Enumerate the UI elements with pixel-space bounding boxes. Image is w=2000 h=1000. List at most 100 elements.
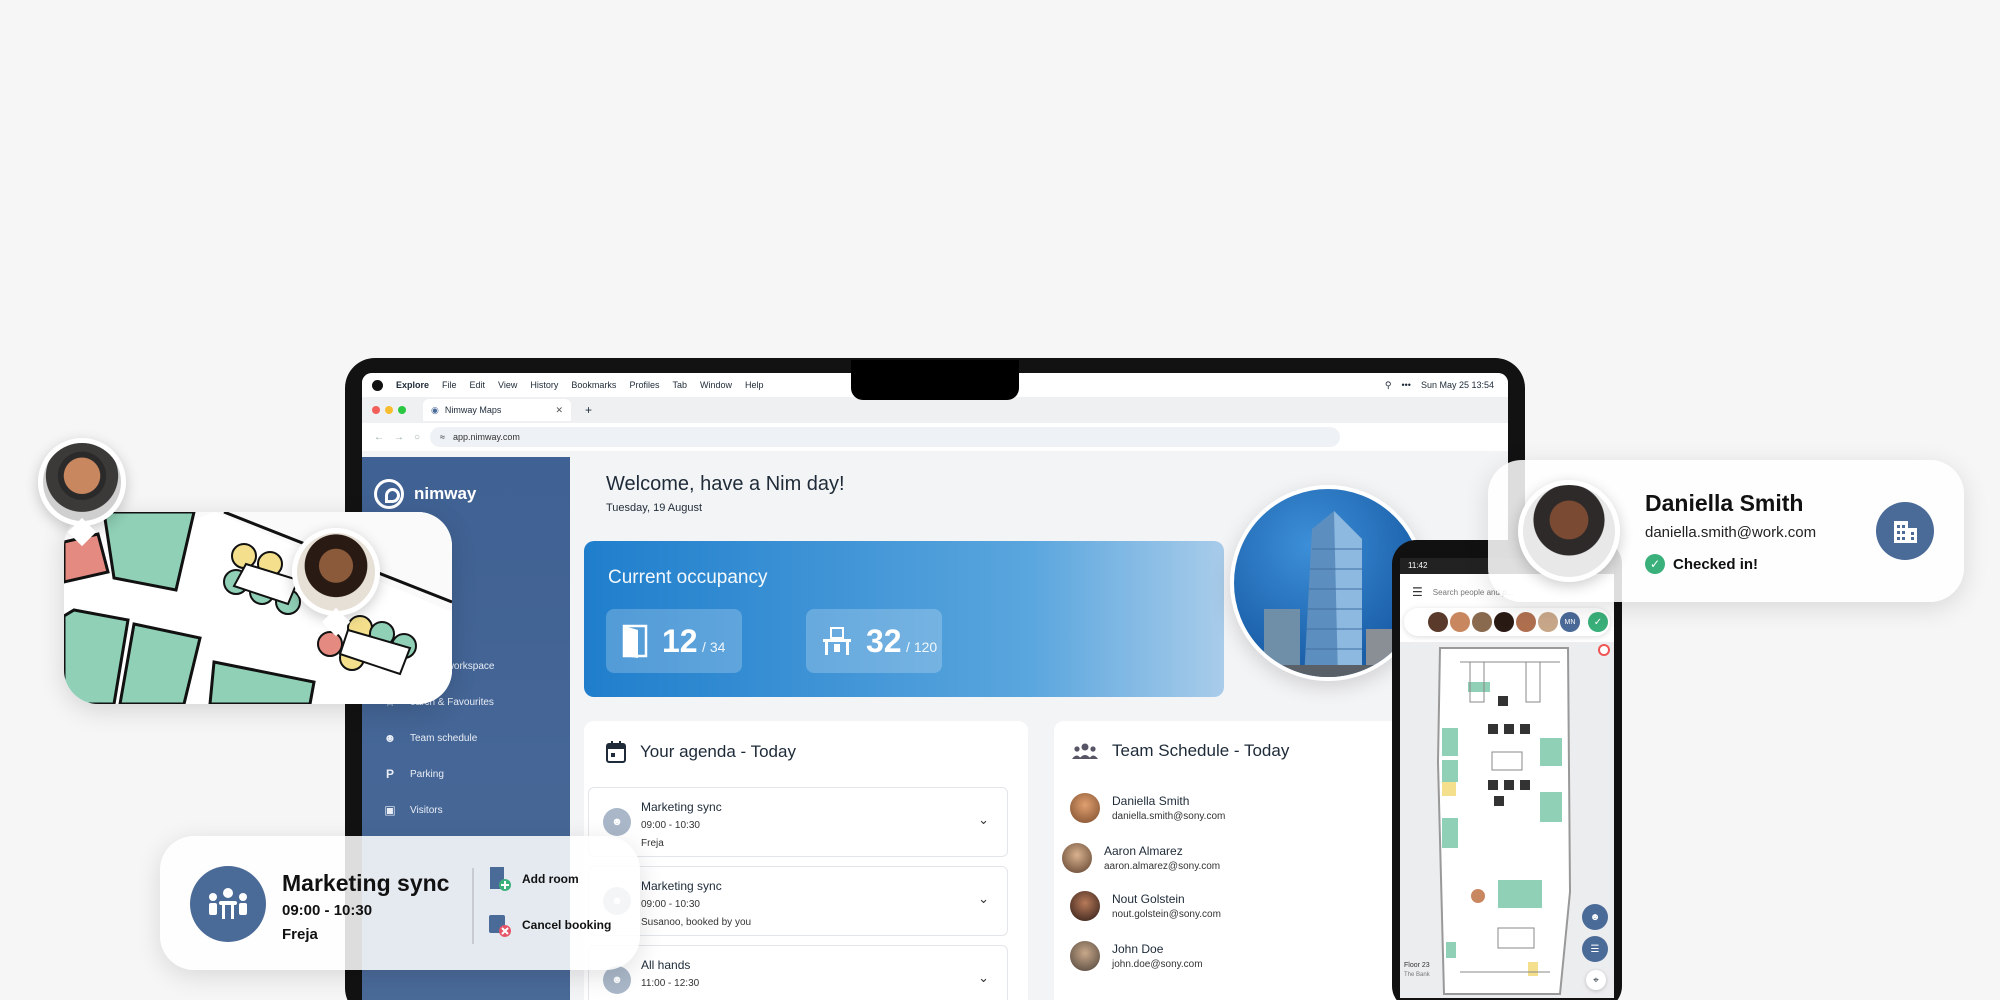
maximize-window-icon[interactable] <box>398 406 406 414</box>
team-member[interactable]: John Doe john.doe@sony.com <box>1070 941 1203 971</box>
avatar[interactable] <box>1538 612 1558 632</box>
avatar[interactable] <box>1494 612 1514 632</box>
address-bar-row: ← → ○ ≈ app.nimway.com <box>362 423 1508 451</box>
add-room-button[interactable]: Add room <box>488 866 579 892</box>
check-icon[interactable]: ✓ <box>1588 612 1608 632</box>
agenda-header: Your agenda - Today <box>606 741 796 763</box>
menu-history[interactable]: History <box>530 380 558 390</box>
checkin-card[interactable]: Daniella Smith daniella.smith@work.com ✓… <box>1488 460 1964 602</box>
url-field[interactable]: ≈ app.nimway.com <box>430 427 1341 447</box>
team-member[interactable]: Daniella Smith daniella.smith@sony.com <box>1070 793 1225 823</box>
agenda-item[interactable]: ☻ Marketing sync 09:00 - 10:30 Susanoo, … <box>588 866 1008 936</box>
building-icon <box>1894 521 1917 543</box>
meeting-icon: ☻ <box>603 966 631 994</box>
floorplan-card[interactable] <box>64 512 452 704</box>
phone-time: 11:42 <box>1408 561 1428 570</box>
avatar[interactable] <box>1428 612 1448 632</box>
divider <box>472 868 474 944</box>
nimway-favicon-icon: ◉ <box>431 404 439 415</box>
minimize-window-icon[interactable] <box>385 406 393 414</box>
new-tab-icon[interactable]: + <box>585 403 592 417</box>
door-icon <box>622 624 648 658</box>
menu-window[interactable]: Window <box>700 380 732 390</box>
back-icon[interactable]: ← <box>374 432 384 443</box>
menu-help[interactable]: Help <box>745 380 764 390</box>
member-email: daniella.smith@sony.com <box>1112 811 1226 822</box>
team-title: Team Schedule - Today <box>1112 741 1290 760</box>
sidebar-item-team-schedule[interactable]: ☻ Team schedule <box>382 731 478 745</box>
building-button[interactable] <box>1876 502 1934 560</box>
avatar[interactable] <box>1516 612 1536 632</box>
site-settings-icon[interactable]: ≈ <box>440 432 445 442</box>
menu-edit[interactable]: Edit <box>470 380 486 390</box>
floor-label: Floor 23 <box>1404 962 1430 969</box>
page-date: Tuesday, 19 August <box>606 502 703 514</box>
menu-view[interactable]: View <box>498 380 517 390</box>
menu-icon[interactable]: ☰ <box>1412 585 1423 599</box>
floorplan-snippet <box>64 512 452 704</box>
menu-tab[interactable]: Tab <box>672 380 687 390</box>
locate-icon[interactable]: ⌖ <box>1586 970 1606 990</box>
menu-file[interactable]: File <box>442 380 457 390</box>
avatar <box>1070 891 1100 921</box>
desks-occupancy[interactable]: 32 / 120 <box>806 609 942 673</box>
agenda-item[interactable]: ☻ All hands 11:00 - 12:30 ⌄ <box>588 945 1008 1000</box>
url-text: app.nimway.com <box>453 432 520 442</box>
agenda-item[interactable]: ☻ Marketing sync 09:00 - 10:30 Freja ⌄ <box>588 787 1008 857</box>
agenda-item-room: Freja <box>641 838 664 849</box>
menu-app-name[interactable]: Explore <box>396 380 429 390</box>
agenda-title: Your agenda - Today <box>640 742 796 761</box>
brand[interactable]: nimway <box>374 479 476 509</box>
agenda-item-title: All hands <box>641 958 691 972</box>
apple-icon[interactable] <box>372 379 383 391</box>
floor-map[interactable]: Floor 23 The Bank ☻ ☰ ⌖ <box>1400 642 1614 998</box>
booking-card[interactable]: Marketing sync 09:00 - 10:30 Freja Add r… <box>160 836 640 970</box>
browser-tab[interactable]: ◉ Nimway Maps ✕ <box>423 399 571 421</box>
check-icon: ✓ <box>1645 554 1665 574</box>
team-icon <box>1072 743 1098 759</box>
sidebar-item-visitors[interactable]: ▣ Visitors <box>382 803 443 817</box>
more-icon[interactable]: ••• <box>1401 380 1410 390</box>
close-tab-icon[interactable]: ✕ <box>555 405 563 416</box>
nimway-logo-icon <box>374 479 404 509</box>
avatar <box>1070 941 1100 971</box>
person-pin[interactable] <box>292 528 380 616</box>
cancel-booking-button[interactable]: Cancel booking <box>488 912 611 938</box>
avatar[interactable] <box>1450 612 1470 632</box>
meeting-icon: ☻ <box>603 808 631 836</box>
menu-profiles[interactable]: Profiles <box>629 380 659 390</box>
reload-icon[interactable]: ○ <box>414 432 420 443</box>
rooms-total: / 34 <box>702 638 726 655</box>
team-header: Team Schedule - Today <box>1072 741 1289 761</box>
member-email: nout.golstein@sony.com <box>1112 909 1221 920</box>
agenda-item-title: Marketing sync <box>641 800 722 814</box>
avatar-initials[interactable]: MN <box>1560 612 1580 632</box>
avatar[interactable] <box>1472 612 1492 632</box>
member-name: Nout Golstein <box>1112 892 1185 906</box>
desks-total: / 120 <box>906 638 938 655</box>
person-pin[interactable] <box>38 438 126 526</box>
agenda-card: Your agenda - Today ☻ Marketing sync 09:… <box>584 721 1028 1000</box>
forward-icon[interactable]: → <box>394 432 404 443</box>
team-member[interactable]: Aaron Almarez aaron.almarez@sony.com <box>1062 843 1220 873</box>
team-toggle-icon[interactable]: ☻ <box>1582 904 1608 930</box>
sidebar-item-label: Visitors <box>410 804 443 816</box>
checkin-status: ✓ Checked in! <box>1645 554 1758 574</box>
team-member[interactable]: Nout Golstein nout.golstein@sony.com <box>1070 891 1221 921</box>
menu-bookmarks[interactable]: Bookmarks <box>571 380 616 390</box>
phone-screen: 11:42 ☰ Search people and p... MN ✓ Floo… <box>1400 558 1614 998</box>
visitor-icon: ▣ <box>384 803 396 817</box>
member-name: Daniella Smith <box>1112 794 1190 808</box>
spotlight-search-icon[interactable]: ⚲ <box>1385 380 1392 391</box>
cancel-booking-icon <box>489 915 511 937</box>
chevron-down-icon[interactable]: ⌄ <box>978 891 989 907</box>
checkin-name: Daniella Smith <box>1645 490 1804 516</box>
rooms-occupancy[interactable]: 12 / 34 <box>606 609 742 673</box>
booking-room: Freja <box>282 926 318 943</box>
chevron-down-icon[interactable]: ⌄ <box>978 812 989 828</box>
browser-tabbar: ◉ Nimway Maps ✕ + <box>362 397 1508 423</box>
chevron-down-icon[interactable]: ⌄ <box>978 970 989 986</box>
close-window-icon[interactable] <box>372 406 380 414</box>
sidebar-item-parking[interactable]: P Parking <box>382 767 444 781</box>
layers-icon[interactable]: ☰ <box>1582 936 1608 962</box>
